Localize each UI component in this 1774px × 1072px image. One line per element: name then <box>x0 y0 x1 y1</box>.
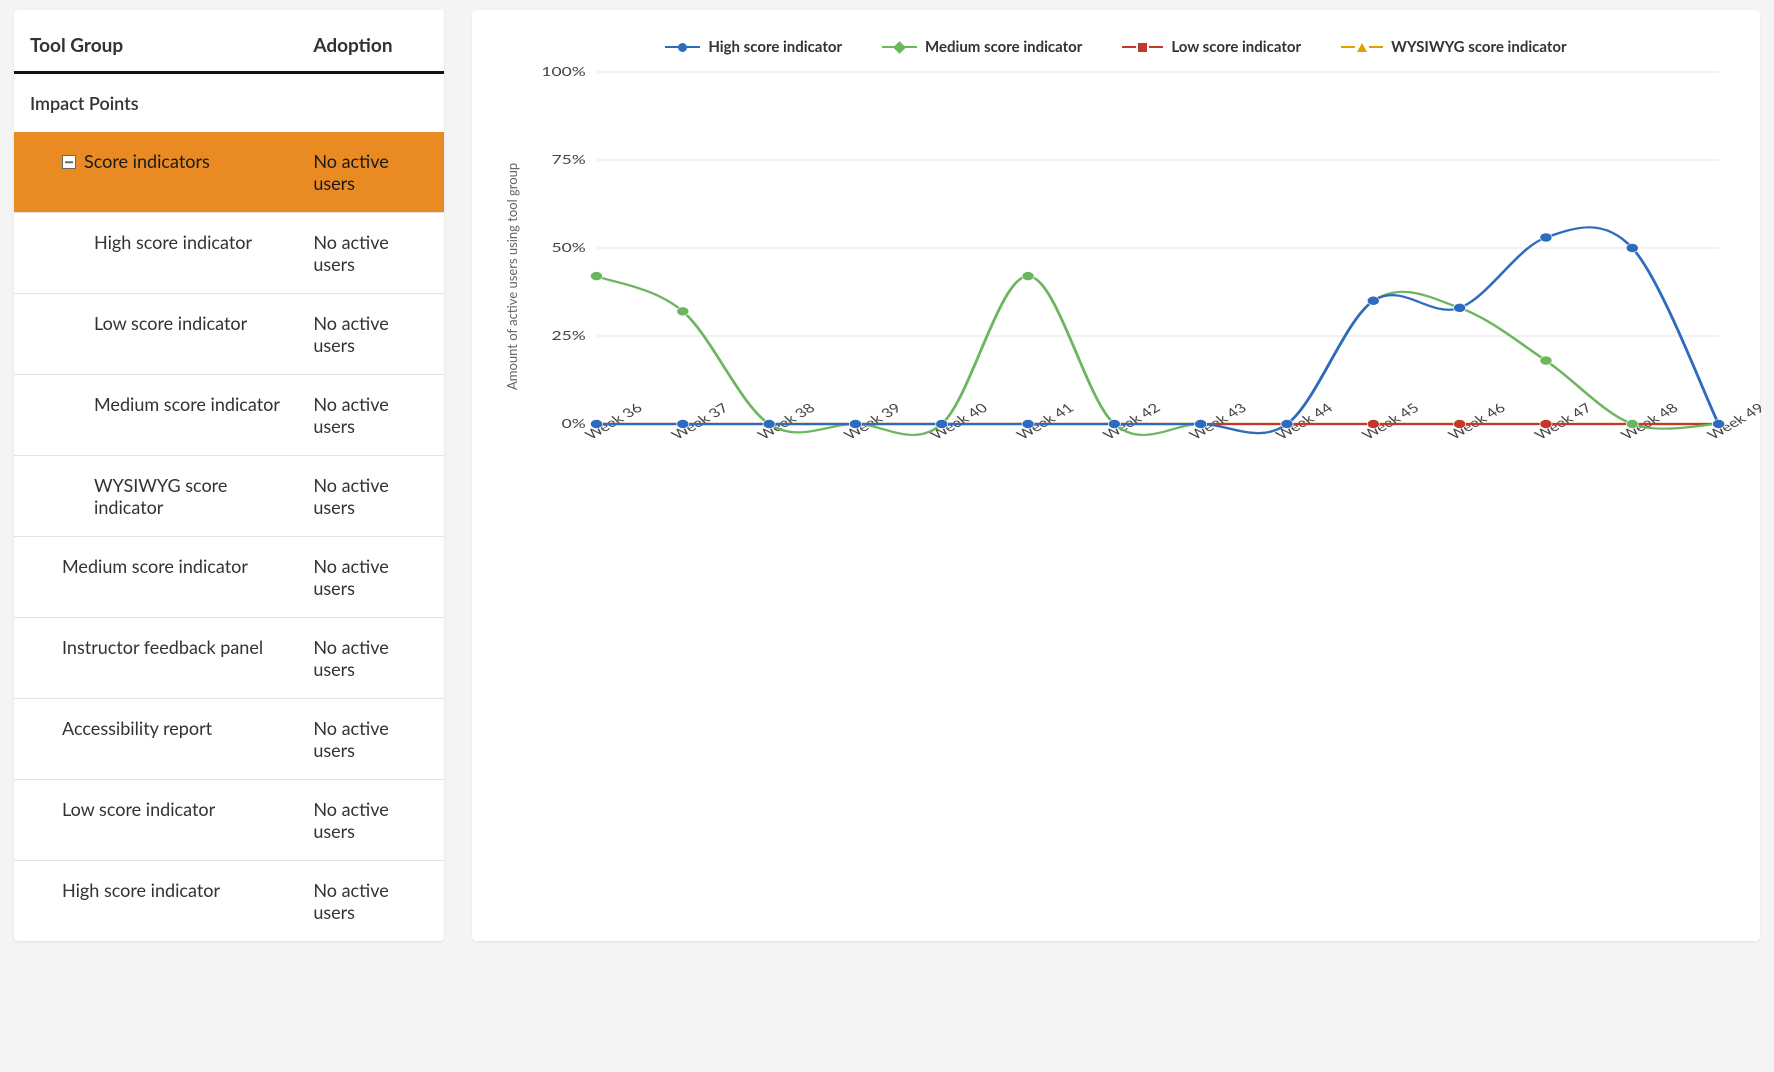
chart-series-high-score-indicator <box>590 227 1724 433</box>
chart-x-tick: Week 45 <box>1358 400 1423 442</box>
row-label: WYSIWYG score indicator <box>94 474 227 518</box>
chart-x-tick: Week 41 <box>1013 400 1078 442</box>
legend-item-low-score-indicator[interactable]: Low score indicator <box>1122 38 1301 56</box>
row-label: Score indicators <box>84 150 210 172</box>
table-row-medium-score-indicator[interactable]: Medium score indicator No active users <box>14 537 444 618</box>
table-row-low-score-indicator[interactable]: Low score indicator No active users <box>14 780 444 861</box>
row-label: Medium score indicator <box>62 555 248 577</box>
table-header-tool-group: Tool Group <box>14 20 297 73</box>
table-row-high-score-indicator[interactable]: High score indicator No active users <box>14 213 444 294</box>
table-section-label: Impact Points <box>14 73 444 133</box>
legend-item-wysiwyg-score-indicator[interactable]: WYSIWYG score indicator <box>1341 38 1567 56</box>
legend-label: Medium score indicator <box>925 38 1082 56</box>
row-adoption: No active users <box>297 780 444 861</box>
legend-label: WYSIWYG score indicator <box>1391 38 1567 56</box>
row-label: Accessibility report <box>62 717 212 739</box>
table-row-high-score-indicator[interactable]: High score indicator No active users <box>14 861 444 942</box>
chart-x-tick: Week 49 <box>1703 400 1768 442</box>
legend-item-high-score-indicator[interactable]: High score indicator <box>665 38 842 56</box>
table-row-score-indicators[interactable]: Score indicators No active users <box>14 132 444 213</box>
row-label: High score indicator <box>94 231 252 253</box>
row-adoption: No active users <box>297 294 444 375</box>
chart-x-tick: Week 46 <box>1444 400 1509 442</box>
legend-label: High score indicator <box>708 38 842 56</box>
row-adoption: No active users <box>297 861 444 942</box>
chart-legend: High score indicator Medium score indicat… <box>500 38 1732 56</box>
tool-group-table: Tool Group Adoption Impact Points Score … <box>14 10 444 941</box>
chart-x-tick: Week 37 <box>668 400 733 442</box>
chart-x-tick: Week 43 <box>1186 400 1251 442</box>
chart-y-tick: 100% <box>541 64 585 79</box>
chart-y-axis-label: Amount of active users using tool group <box>500 66 524 486</box>
row-adoption: No active users <box>297 213 444 294</box>
row-adoption: No active users <box>297 618 444 699</box>
chart-x-tick: Week 39 <box>840 400 905 442</box>
table-row-accessibility-report[interactable]: Accessibility report No active users <box>14 699 444 780</box>
row-label: Instructor feedback panel <box>62 636 263 658</box>
chart-y-tick: 75% <box>552 152 586 167</box>
table-row-low-score-indicator[interactable]: Low score indicator No active users <box>14 294 444 375</box>
legend-label: Low score indicator <box>1171 38 1301 56</box>
line-chart: 0%25%50%75%100%Week 36Week 37Week 38Week… <box>524 66 1732 486</box>
row-label: High score indicator <box>62 879 220 901</box>
table-row-instructor-feedback-panel[interactable]: Instructor feedback panel No active users <box>14 618 444 699</box>
table-row-wysiwyg-score-indicator[interactable]: WYSIWYG score indicator No active users <box>14 456 444 537</box>
row-adoption: No active users <box>297 456 444 537</box>
row-label: Low score indicator <box>62 798 215 820</box>
legend-item-medium-score-indicator[interactable]: Medium score indicator <box>882 38 1082 56</box>
table-row-medium-score-indicator[interactable]: Medium score indicator No active users <box>14 375 444 456</box>
chart-y-tick: 25% <box>552 328 586 343</box>
row-label: Medium score indicator <box>94 393 280 415</box>
row-adoption: No active users <box>297 699 444 780</box>
chart-x-tick: Week 40 <box>927 400 992 443</box>
row-adoption: No active users <box>297 375 444 456</box>
collapse-icon[interactable] <box>62 155 76 169</box>
chart-y-tick: 50% <box>552 240 586 255</box>
chart-x-tick: Week 47 <box>1531 400 1596 442</box>
row-label: Low score indicator <box>94 312 247 334</box>
row-adoption: No active users <box>297 537 444 618</box>
chart-x-tick: Week 42 <box>1099 400 1164 442</box>
row-adoption: No active users <box>297 132 444 213</box>
chart-x-tick: Week 36 <box>581 400 646 442</box>
chart-panel: High score indicator Medium score indicat… <box>472 10 1760 941</box>
table-header-adoption: Adoption <box>297 20 444 73</box>
